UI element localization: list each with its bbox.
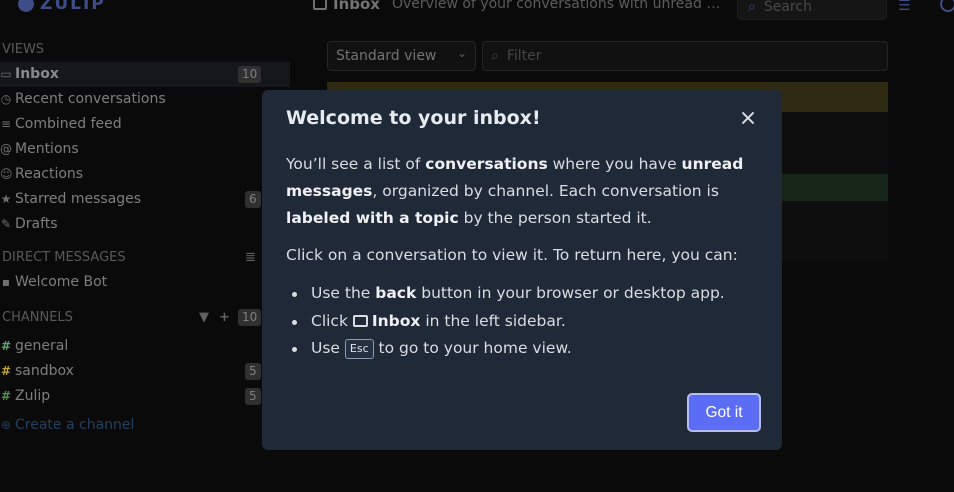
modal-title: Welcome to your inbox! bbox=[286, 107, 541, 129]
got-it-button[interactable]: Got it bbox=[687, 393, 761, 432]
return-options-list: Use the back button in your browser or d… bbox=[286, 280, 756, 363]
instruction-paragraph: Click on a conversation to view it. To r… bbox=[286, 246, 738, 264]
list-item: Click Inbox in the left sidebar. bbox=[286, 308, 756, 336]
esc-key-badge: Esc bbox=[344, 339, 374, 359]
intro-paragraph: You’ll see a list of conversations where… bbox=[286, 151, 756, 232]
bold-text: labeled with a topic bbox=[286, 209, 459, 227]
welcome-modal: Welcome to your inbox! You’ll see a list… bbox=[262, 90, 782, 450]
list-item: Use Esc to go to your home view. bbox=[286, 335, 756, 363]
text: Use bbox=[311, 339, 345, 357]
inbox-icon bbox=[352, 314, 368, 327]
text: to go to your home view. bbox=[373, 339, 572, 357]
modal-body: You’ll see a list of conversations where… bbox=[286, 151, 756, 363]
text: in the left sidebar. bbox=[420, 311, 566, 330]
bold-text: back bbox=[375, 284, 417, 302]
list-item: Use the back button in your browser or d… bbox=[286, 280, 756, 308]
text: Use the bbox=[311, 284, 376, 302]
text: Click bbox=[311, 311, 353, 330]
text: where you have bbox=[547, 155, 682, 173]
bold-text: conversations bbox=[425, 155, 548, 173]
text: by the person started it. bbox=[458, 209, 652, 227]
bold-text: Inbox bbox=[371, 311, 421, 330]
close-icon[interactable] bbox=[741, 111, 755, 125]
text: You’ll see a list of bbox=[286, 155, 426, 173]
text: , organized by channel. Each conversatio… bbox=[372, 182, 719, 200]
text: button in your browser or desktop app. bbox=[416, 284, 725, 302]
